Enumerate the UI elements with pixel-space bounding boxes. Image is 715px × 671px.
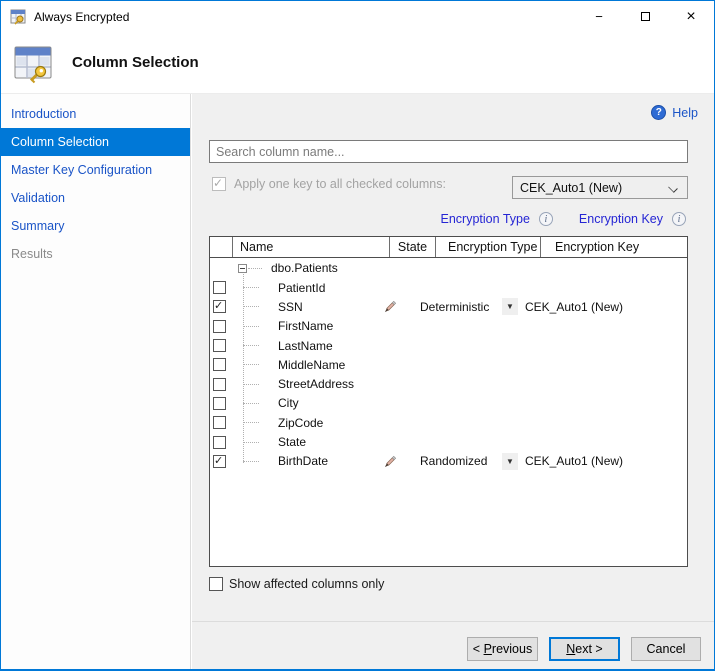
collapse-icon[interactable] — [238, 264, 247, 273]
sidebar-item-master-key-configuration[interactable]: Master Key Configuration — [1, 156, 190, 184]
sidebar-item-results: Results — [1, 240, 190, 268]
close-button[interactable]: × — [668, 1, 714, 32]
sidebar-item-column-selection[interactable]: Column Selection — [1, 128, 190, 156]
search-input[interactable] — [209, 140, 688, 163]
app-icon — [10, 9, 27, 25]
encryption-type-value: Randomized — [413, 454, 502, 468]
previous-button[interactable]: < Previous — [467, 637, 538, 661]
table-row: LastName — [210, 336, 687, 355]
wizard-steps-sidebar: Introduction Column Selection Master Key… — [1, 94, 191, 669]
grid-header: Name State Encryption Type Encryption Ke… — [210, 237, 687, 258]
cancel-button[interactable]: Cancel — [631, 637, 701, 661]
table-group-label: dbo.Patients — [271, 261, 338, 275]
table-row: ✓ BirthDate Randomized ▼ — [210, 452, 687, 471]
encryption-type-info-icon[interactable]: i — [539, 212, 553, 226]
encryption-key-value: CEK_Auto1 (New) — [518, 300, 664, 314]
column-name: City — [259, 396, 367, 410]
row-checkbox[interactable] — [213, 281, 226, 294]
header-encryption-type: Encryption Type — [436, 237, 541, 257]
table-row: MiddleName — [210, 355, 687, 374]
dropdown-arrow-icon: ▼ — [506, 302, 514, 311]
maximize-button[interactable] — [622, 1, 668, 32]
encryption-key-info-icon[interactable]: i — [672, 212, 686, 226]
encryption-type-dropdown-button[interactable]: ▼ — [502, 298, 518, 315]
table-row: PatientId — [210, 278, 687, 297]
row-checkbox[interactable] — [213, 436, 226, 449]
row-checkbox[interactable]: ✓ — [213, 455, 226, 468]
page-title: Column Selection — [72, 54, 199, 71]
help-label: Help — [672, 106, 698, 120]
row-checkbox[interactable] — [213, 358, 226, 371]
titlebar: Always Encrypted − × — [1, 1, 714, 32]
encryption-key-value: CEK_Auto1 (New) — [518, 454, 664, 468]
table-group-row: dbo.Patients — [210, 258, 687, 278]
dropdown-arrow-icon: ▼ — [506, 457, 514, 466]
header-checkbox-column — [210, 237, 233, 257]
maximize-icon — [641, 12, 650, 21]
column-name: SSN — [259, 300, 367, 314]
header-name: Name — [233, 237, 390, 257]
help-link[interactable]: ? Help — [651, 105, 698, 120]
table-row: StreetAddress — [210, 374, 687, 393]
row-checkbox[interactable] — [213, 320, 226, 333]
close-icon: × — [686, 8, 695, 26]
minimize-button[interactable]: − — [576, 1, 622, 32]
window-title: Always Encrypted — [34, 10, 129, 24]
row-checkbox[interactable] — [213, 378, 226, 391]
footer-divider — [192, 621, 714, 622]
column-name: State — [259, 435, 367, 449]
minimize-icon: − — [595, 9, 603, 24]
row-checkbox[interactable] — [213, 339, 226, 352]
cek-dropdown-value: CEK_Auto1 (New) — [513, 181, 669, 195]
chevron-down-icon — [669, 183, 678, 192]
pencil-state-icon — [384, 300, 397, 313]
apply-one-key-checkbox: ✓ — [212, 177, 226, 191]
show-affected-columns-label: Show affected columns only — [229, 577, 384, 591]
header-state: State — [390, 237, 436, 257]
apply-one-key-label: Apply one key to all checked columns: — [234, 177, 446, 191]
check-icon: ✓ — [214, 455, 223, 468]
columns-grid: Name State Encryption Type Encryption Ke… — [209, 236, 688, 567]
encryption-type-link[interactable]: Encryption Type — [441, 212, 530, 226]
content-pane: ? Help ✓ Apply one key to all checked co… — [192, 94, 714, 669]
table-row: FirstName — [210, 317, 687, 336]
table-row: ✓ SSN Deterministic ▼ — [210, 297, 687, 316]
column-name: BirthDate — [259, 454, 367, 468]
table-row: City — [210, 394, 687, 413]
column-name: MiddleName — [259, 358, 367, 372]
table-row: State — [210, 432, 687, 451]
check-icon: ✓ — [213, 176, 223, 190]
sidebar-item-validation[interactable]: Validation — [1, 184, 190, 212]
column-name: PatientId — [259, 281, 367, 295]
pencil-state-icon — [384, 455, 397, 468]
row-checkbox[interactable]: ✓ — [213, 300, 226, 313]
column-name: ZipCode — [259, 416, 367, 430]
encryption-type-dropdown-button[interactable]: ▼ — [502, 453, 518, 470]
encryption-key-link[interactable]: Encryption Key — [579, 212, 663, 226]
column-name: StreetAddress — [259, 377, 367, 391]
header-encryption-key: Encryption Key — [541, 237, 687, 257]
table-key-icon — [12, 42, 54, 84]
table-row: ZipCode — [210, 413, 687, 432]
show-affected-columns-checkbox[interactable] — [209, 577, 223, 591]
sidebar-item-summary[interactable]: Summary — [1, 212, 190, 240]
help-icon: ? — [651, 105, 666, 120]
page-header: Column Selection — [1, 32, 714, 94]
column-name: FirstName — [259, 319, 367, 333]
cek-dropdown[interactable]: CEK_Auto1 (New) — [512, 176, 688, 199]
sidebar-item-introduction[interactable]: Introduction — [1, 100, 190, 128]
row-checkbox[interactable] — [213, 416, 226, 429]
next-button[interactable]: Next > — [549, 637, 620, 661]
column-name: LastName — [259, 339, 367, 353]
check-icon: ✓ — [214, 300, 223, 313]
always-encrypted-wizard-window: Always Encrypted − × Column Selection In — [0, 0, 715, 671]
encryption-type-value: Deterministic — [413, 300, 502, 314]
row-checkbox[interactable] — [213, 397, 226, 410]
